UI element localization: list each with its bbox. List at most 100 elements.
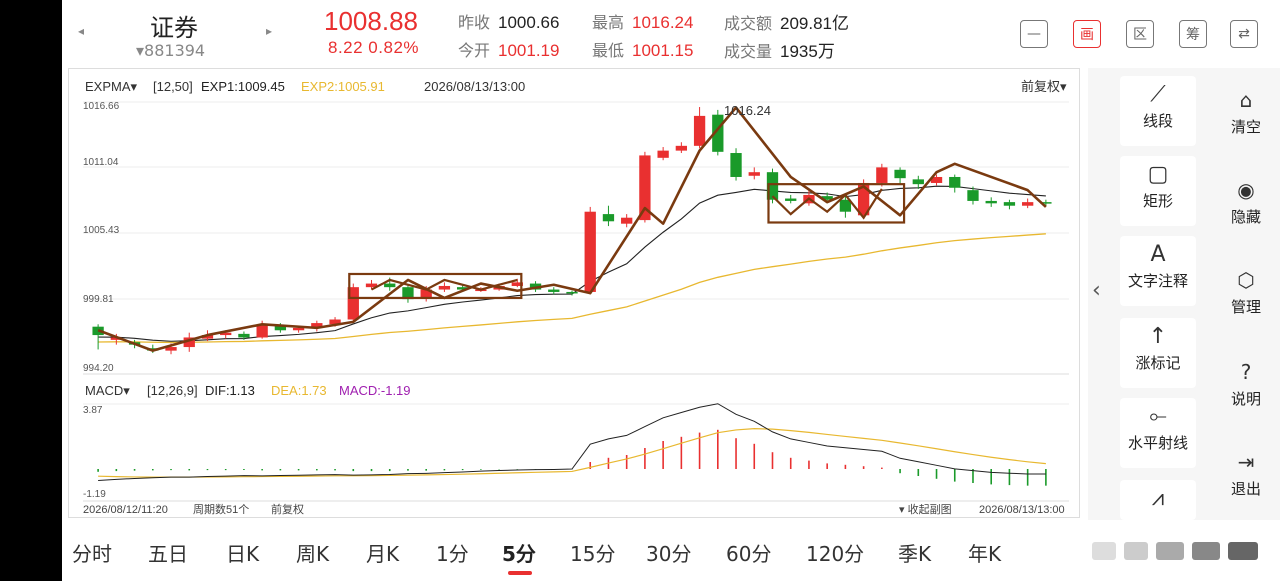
amount-value: 209.81亿 [780,14,850,33]
tool-label: 线段 [1142,112,1173,130]
clear-icon: ⌂ [1239,88,1253,112]
candle-body [238,333,250,338]
action-clear[interactable]: ⌂ 清空 [1220,88,1272,137]
action-label: 说明 [1230,390,1261,408]
candle-body [949,176,961,188]
tab-daily[interactable]: 日K [226,538,259,567]
scroll-indicator [1092,542,1258,560]
chips-button[interactable]: 筹 [1179,20,1207,48]
candle-body [912,179,924,185]
macd-select[interactable]: MACD▾ [85,383,130,398]
draw-button[interactable]: 画 [1073,20,1101,48]
tab-monthly[interactable]: 月K [366,538,399,567]
candle-body [566,291,578,294]
tab-weekly[interactable]: 周K [296,538,329,567]
pattern-icon: ⩘ [1151,486,1165,511]
y-tick-label: 994.20 [83,363,114,374]
tab-5min[interactable]: 5分 [502,538,536,567]
tool-text-annotation[interactable]: A 文字注释 [1120,236,1196,306]
indicator-select[interactable]: EXPMA▾ [85,79,138,94]
candles-group [92,107,1052,355]
low-label: 最低 [592,41,625,60]
exp1-value: EXP1:1009.45 [201,79,285,94]
candle-body [785,198,797,201]
macd-top-label: 3.87 [83,405,103,416]
period-tabs: 分时 五日 日K 周K 月K 1分 5分 15分 30分 60分 120分 季K… [62,526,1280,581]
candle-body [584,211,596,292]
tool-up-mark[interactable]: ↑ 涨标记 [1120,318,1196,388]
candle-body [894,169,906,179]
candle-body [967,190,979,201]
candle-body [548,289,560,292]
exp2-value: EXP2:1005.91 [301,79,385,94]
tool-segment[interactable]: ⟋ 线段 [1120,76,1196,146]
footer-period-count: 周期数51个 [193,503,249,516]
volume: 成交量 1935万 [724,37,835,62]
candle-body [675,145,688,151]
stock-code[interactable]: ▾881394 [136,41,205,60]
macd-value: MACD:-1.19 [339,383,411,398]
action-help[interactable]: ? 说明 [1220,360,1272,409]
tool-rectangle[interactable]: ▢ 矩形 [1120,156,1196,226]
footer-adjust: 前复权 [271,502,304,516]
y-tick-label: 1016.66 [83,101,120,112]
manage-icon: ⬡ [1237,268,1255,292]
candle-body [621,217,633,224]
dif-value: DIF:1.13 [205,383,255,398]
collapse-subchart-button[interactable]: ▾ 收起副图 [899,502,952,516]
last-price: 1008.88 [324,6,418,36]
user-drawings [97,106,1047,352]
tab-five-day[interactable]: 五日 [148,538,188,567]
tool-more[interactable]: ⩘ [1120,480,1196,520]
low-price: 最低 1001.15 [592,37,693,61]
cursor-timestamp: 2026/08/13/13:00 [424,79,525,94]
kline-chart-svg: EXPMA▾ [12,50] EXP1:1009.45 EXP2:1005.91… [83,79,1069,516]
tool-horizontal-ray[interactable]: ⟜ 水平射线 [1120,398,1196,468]
minimize-icon[interactable]: — [1020,20,1048,48]
app-window: ◂ 证券 ▾881394 ▸ 1008.88 8.22 0.82% 昨收 1000… [62,0,1280,581]
action-manage[interactable]: ⬡ 管理 [1220,268,1272,317]
range-button[interactable]: 区 [1126,20,1154,48]
action-hide[interactable]: ◉ 隐藏 [1220,178,1272,227]
up-mark-icon: ↑ [1148,324,1168,349]
prev-stock-arrow-icon[interactable]: ◂ [78,24,84,38]
high-price: 最高 1016.24 [592,9,693,33]
tab-30min[interactable]: 30分 [646,538,691,567]
tab-intraday[interactable]: 分时 [72,538,112,567]
candle-body [693,115,706,146]
rectangle-icon: ▢ [1147,162,1169,187]
macd-group [97,403,1047,486]
tab-15min[interactable]: 15分 [570,538,615,567]
action-exit[interactable]: ⇥ 退出 [1220,450,1272,499]
y-tick-label: 1005.43 [83,225,120,236]
y-tick-label: 999.81 [83,294,114,305]
adjust-select[interactable]: 前复权▾ [1021,79,1067,94]
prev-close-value: 1000.66 [498,13,560,32]
tab-yearly[interactable]: 年K [968,538,1001,567]
candle-body [657,150,669,158]
tab-120min[interactable]: 120分 [806,538,864,567]
candle-body [438,285,451,290]
high-value: 1016.24 [632,13,694,32]
kline-chart[interactable]: EXPMA▾ [12,50] EXP1:1009.45 EXP2:1005.91… [68,68,1080,518]
tab-1min[interactable]: 1分 [436,538,469,567]
candle-body [256,325,268,338]
low-value: 1001.15 [632,41,694,60]
high-label: 最高 [592,13,625,32]
open-price: 今开 1001.19 [458,37,559,61]
macd-params: [12,26,9] [147,383,198,398]
y-tick-label: 1011.04 [83,157,119,168]
tab-60min[interactable]: 60分 [726,538,771,567]
text-annotation-icon: A [1150,242,1166,267]
tab-quarterly[interactable]: 季K [898,538,931,567]
collapse-panel-icon[interactable]: ‹ [1092,278,1101,303]
tool-label: 文字注释 [1127,272,1188,290]
rotate-screen-icon[interactable]: ⇄ [1230,20,1258,48]
next-stock-arrow-icon[interactable]: ▸ [266,24,272,38]
high-annotation: 1016.24 [724,103,771,118]
action-label: 退出 [1230,480,1261,498]
candle-body [1022,202,1034,206]
candle-body [876,167,888,183]
turnover: 成交额 209.81亿 [724,9,849,34]
volume-value: 1935万 [780,42,835,61]
